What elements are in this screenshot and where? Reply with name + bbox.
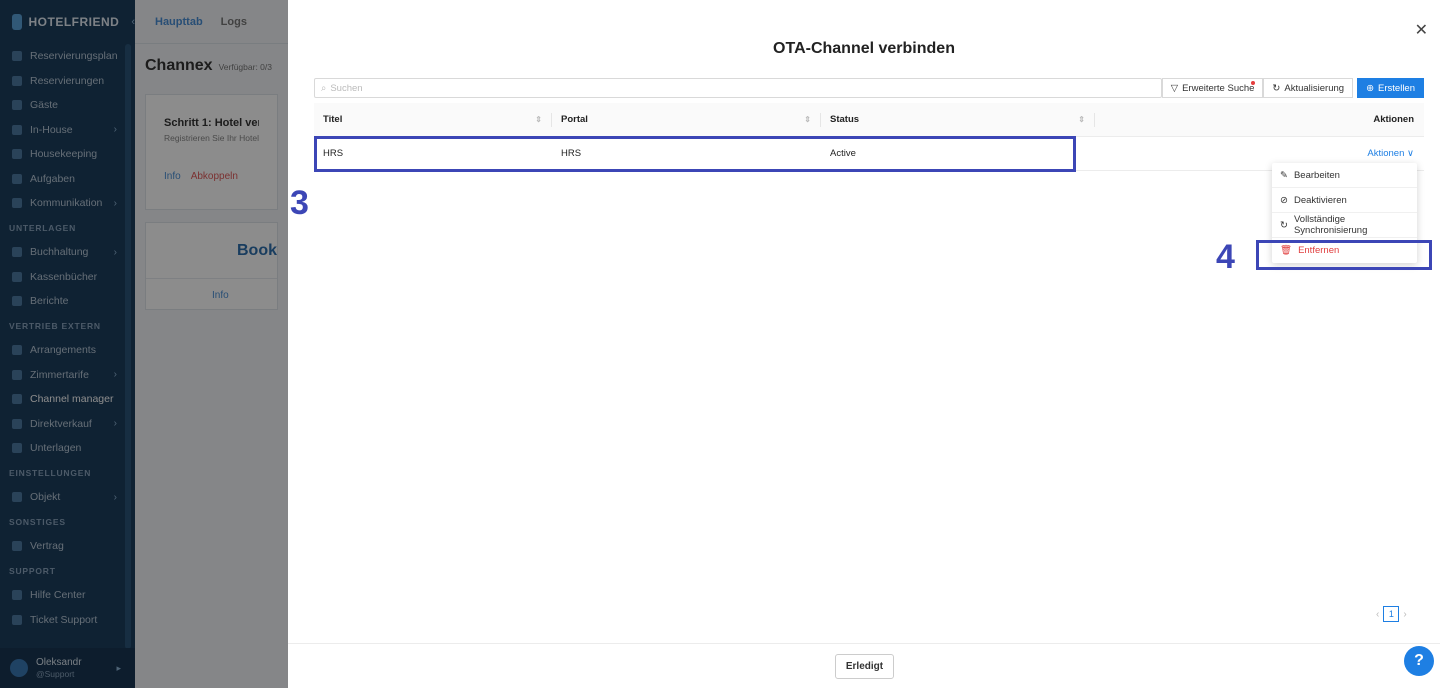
- sync-icon: ↻: [1280, 219, 1288, 231]
- edit-icon: ✎: [1280, 169, 1288, 181]
- sort-icon[interactable]: ⇕: [1078, 115, 1085, 124]
- refresh-button[interactable]: ↻ Aktualisierung: [1263, 78, 1354, 98]
- advanced-search-label: Erweiterte Suche: [1182, 82, 1255, 94]
- sort-icon[interactable]: ⇕: [535, 115, 542, 124]
- app-root: HOTELFRIEND ‹ Reservierungsplan Reservier…: [0, 0, 1440, 688]
- refresh-label: Aktualisierung: [1284, 82, 1345, 94]
- notification-dot: [1251, 81, 1256, 85]
- column-header-portal[interactable]: Portal ⇕: [552, 103, 821, 136]
- column-label: Portal: [561, 114, 588, 125]
- column-header-aktionen: Aktionen: [1095, 103, 1424, 136]
- modal-title: OTA-Channel verbinden: [773, 40, 955, 57]
- menu-label: Deaktivieren: [1293, 194, 1347, 206]
- column-label: Titel: [323, 114, 343, 125]
- column-label: Aktionen: [1373, 114, 1414, 125]
- create-label: Erstellen: [1378, 82, 1415, 94]
- sort-icon[interactable]: ⇕: [804, 115, 811, 124]
- refresh-icon: ↻: [1272, 82, 1281, 94]
- prev-page-icon[interactable]: ‹: [1376, 609, 1379, 620]
- help-icon[interactable]: ?: [1404, 646, 1434, 676]
- ota-channel-modal: ✕ OTA-Channel verbinden ⌕ Suchen ▽ Erwei…: [288, 0, 1440, 688]
- next-page-icon[interactable]: ›: [1403, 609, 1406, 620]
- search-icon: ⌕: [321, 82, 327, 94]
- menu-item-edit[interactable]: ✎ Bearbeiten: [1272, 163, 1417, 188]
- column-label: Status: [830, 114, 860, 125]
- page-number[interactable]: 1: [1383, 606, 1400, 622]
- highlight-remove-box: [1256, 240, 1432, 270]
- toolbar: ⌕ Suchen ▽ Erweiterte Suche ↻ Aktualisie…: [314, 78, 1424, 98]
- done-button[interactable]: Erledigt: [835, 654, 894, 679]
- close-icon[interactable]: ✕: [1415, 20, 1428, 40]
- chevron-down-icon: ∨: [1407, 148, 1414, 159]
- column-header-status[interactable]: Status ⇕: [821, 103, 1095, 136]
- filter-icon: ▽: [1170, 82, 1179, 94]
- step-3-label: 3: [290, 184, 309, 222]
- menu-item-full-sync[interactable]: ↻ Vollständige Synchronisierung: [1272, 213, 1417, 238]
- modal-overlay[interactable]: [0, 0, 288, 688]
- actions-dropdown-trigger[interactable]: Aktionen ∨: [1367, 148, 1414, 159]
- search-placeholder: Suchen: [330, 82, 363, 94]
- column-header-titel[interactable]: Titel ⇕: [314, 103, 552, 136]
- menu-label: Bearbeiten: [1293, 169, 1340, 181]
- search-input[interactable]: ⌕ Suchen: [314, 78, 1162, 98]
- create-button[interactable]: ⊕ Erstellen: [1357, 78, 1424, 98]
- actions-label: Aktionen: [1367, 148, 1405, 159]
- advanced-search-button[interactable]: ▽ Erweiterte Suche: [1161, 78, 1264, 98]
- highlight-row-box: [314, 136, 1076, 172]
- unlink-icon: ⊘: [1280, 194, 1288, 206]
- menu-item-deactivate[interactable]: ⊘ Deaktivieren: [1272, 188, 1417, 213]
- menu-label: Vollständige Synchronisierung: [1293, 214, 1368, 236]
- table-header: Titel ⇕ Portal ⇕ Status ⇕ Aktionen: [314, 103, 1424, 137]
- step-4-label: 4: [1216, 238, 1235, 276]
- plus-circle-icon: ⊕: [1366, 82, 1375, 94]
- pagination: ‹ 1 ›: [1376, 606, 1407, 622]
